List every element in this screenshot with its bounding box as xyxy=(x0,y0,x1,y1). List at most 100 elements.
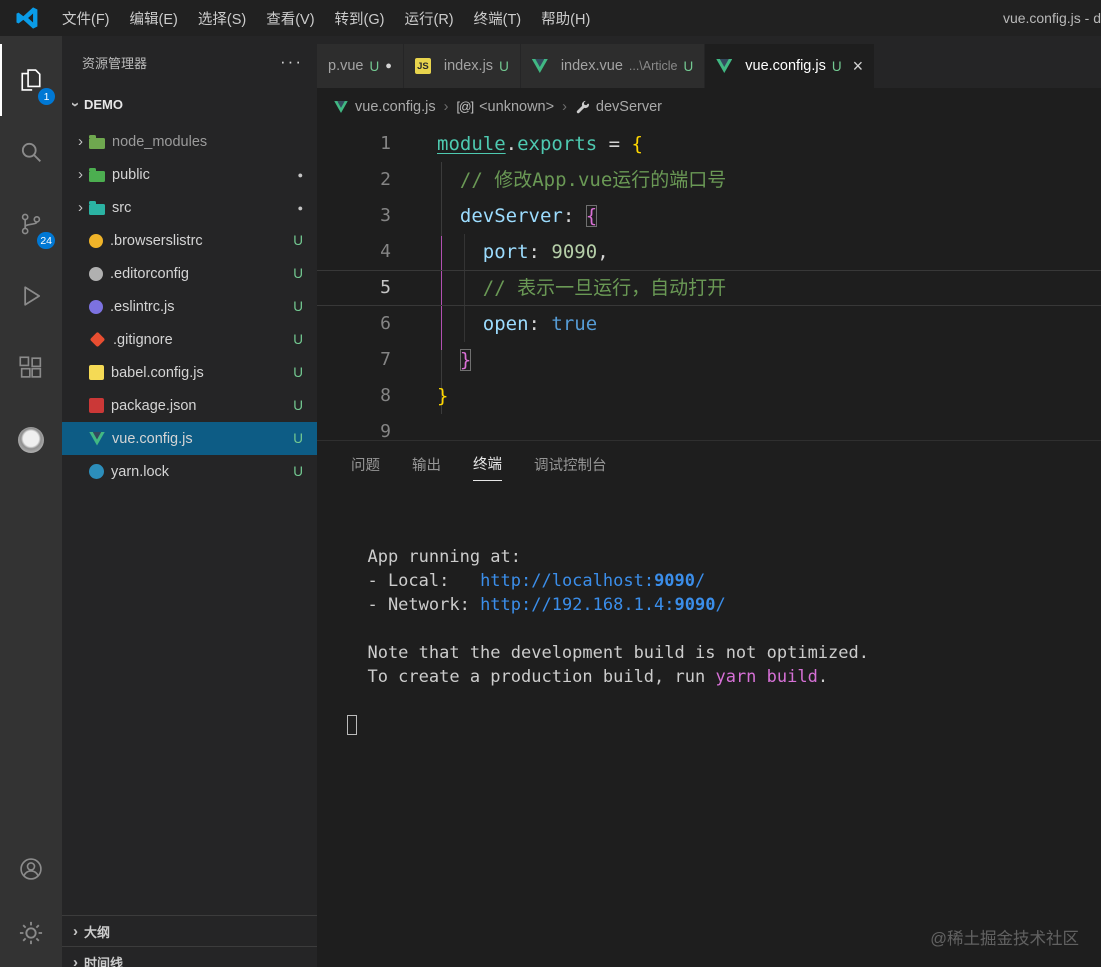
vue-icon xyxy=(89,431,105,446)
panel-tab-调试控制台[interactable]: 调试控制台 xyxy=(534,450,607,481)
tree-file-.browserslistrc[interactable]: .browserslistrc U xyxy=(62,224,317,257)
tab-index.js[interactable]: JS index.js U xyxy=(403,44,521,88)
code-line: 8} xyxy=(317,378,1101,414)
tab-description: ...\Article xyxy=(628,59,678,73)
terminal-text: Note that the development build is not o… xyxy=(347,643,869,663)
custom-extension-icon[interactable] xyxy=(0,404,62,476)
menu-item[interactable]: 编辑(E) xyxy=(120,0,188,36)
extensions-icon[interactable] xyxy=(0,332,62,404)
tree-item-label: package.json xyxy=(111,397,197,414)
code-token: 9090 xyxy=(551,241,598,263)
code-line: 5 // 表示一旦运行，自动打开 xyxy=(317,270,1101,306)
menu-item[interactable]: 运行(R) xyxy=(394,0,463,36)
terminal-link[interactable]: 9090 xyxy=(654,571,695,591)
panel-tab-问题[interactable]: 问题 xyxy=(351,450,380,481)
terminal-link[interactable]: http://192.168.1.4: xyxy=(480,595,674,615)
tab-index.vue[interactable]: index.vue ...\Article U xyxy=(520,44,706,88)
tree-file-babel.config.js[interactable]: babel.config.js U xyxy=(62,356,317,389)
code-text: module.exports = { xyxy=(437,126,643,162)
section-label: DEMO xyxy=(84,96,123,112)
scm-badge: 24 xyxy=(37,232,55,249)
menu-item[interactable]: 终端(T) xyxy=(464,0,532,36)
run-debug-icon[interactable] xyxy=(0,260,62,332)
breadcrumb-label: vue.config.js xyxy=(355,99,436,115)
code-token: devServer xyxy=(459,205,563,227)
settings-gear-icon[interactable] xyxy=(0,901,62,965)
more-actions-icon[interactable]: ··· xyxy=(280,52,303,72)
breadcrumb-item[interactable]: [@] <unknown> xyxy=(456,99,554,115)
section-timeline[interactable]: › 时间线 xyxy=(62,946,317,967)
vscode-window: 文件(F) 编辑(E) 选择(S) 查看(V) 转到(G) 运行(R) 终端(T) 帮助(H)… xyxy=(0,0,1101,967)
tree-folder-public[interactable]: › public ● xyxy=(62,158,317,191)
yarn-icon xyxy=(89,464,104,479)
menu-item[interactable]: 文件(F) xyxy=(52,0,120,36)
close-icon[interactable]: × xyxy=(853,57,864,75)
menu-item[interactable]: 查看(V) xyxy=(256,0,324,36)
tab-vue.config.js[interactable]: vue.config.js U × xyxy=(705,44,876,88)
section-demo[interactable]: › DEMO xyxy=(62,88,317,120)
terminal-line: App running at: xyxy=(347,545,1101,569)
terminal-link[interactable]: / xyxy=(695,571,705,591)
code-token: open xyxy=(482,313,529,335)
chevron-right-icon: › xyxy=(73,953,78,967)
git-status-badge: U xyxy=(293,299,303,314)
chevron-right-icon: › xyxy=(78,133,83,150)
js-icon: JS xyxy=(414,58,431,74)
chevron-down-icon: › xyxy=(67,101,84,107)
line-number: 5 xyxy=(380,277,391,298)
vscode-logo-icon xyxy=(14,5,40,31)
code-text: devServer: { xyxy=(437,198,598,234)
titlebar: 文件(F) 编辑(E) 选择(S) 查看(V) 转到(G) 运行(R) 终端(T) 帮助(H)… xyxy=(0,0,1101,36)
line-number: 2 xyxy=(380,169,391,190)
terminal-text: - Network: xyxy=(347,595,481,615)
code-token: { xyxy=(585,205,598,227)
watermark: @稀土掘金技术社区 xyxy=(930,930,1079,948)
terminal-link[interactable]: / xyxy=(715,595,725,615)
tree-file-yarn.lock[interactable]: yarn.lock U xyxy=(62,455,317,488)
tree-file-.gitignore[interactable]: .gitignore U xyxy=(62,323,317,356)
line-number: 4 xyxy=(380,241,391,262)
breadcrumb-item[interactable]: vue.config.js xyxy=(333,99,436,115)
tree-item-label: src xyxy=(112,199,132,216)
tab-p.vue[interactable]: p.vue U ● xyxy=(317,44,404,88)
editorconfig-icon xyxy=(89,266,103,281)
source-control-icon[interactable]: 24 xyxy=(0,188,62,260)
code-token: : xyxy=(528,313,552,335)
menu-item[interactable]: 选择(S) xyxy=(188,0,256,36)
panel-tab-终端[interactable]: 终端 xyxy=(473,449,502,481)
tree-folder-node_modules[interactable]: › node_modules xyxy=(62,125,317,158)
code-line: 4 port: 9090, xyxy=(317,234,1101,270)
tree-folder-src[interactable]: › src ● xyxy=(62,191,317,224)
search-icon[interactable] xyxy=(0,116,62,188)
code-token: . xyxy=(505,133,518,155)
tree-file-vue.config.js[interactable]: vue.config.js U xyxy=(62,422,317,455)
round-extension-glyph xyxy=(18,427,44,453)
tree-file-package.json[interactable]: package.json U xyxy=(62,389,317,422)
menu-item[interactable]: 帮助(H) xyxy=(531,0,600,36)
tree-file-.editorconfig[interactable]: .editorconfig U xyxy=(62,257,317,290)
explorer-icon[interactable]: 1 xyxy=(0,44,62,116)
explorer-badge: 1 xyxy=(38,88,55,105)
code-editor[interactable]: 1 module.exports = {2 // 修改App.vue运行的端口号 3… xyxy=(317,126,1101,440)
terminal-line: - Network: http://192.168.1.4:9090/ xyxy=(347,593,1101,617)
account-icon[interactable] xyxy=(0,837,62,901)
git-status-badge: U xyxy=(293,464,303,479)
terminal-text: . xyxy=(817,667,829,687)
terminal[interactable]: App running at: - Local: http://localhos… xyxy=(317,489,1101,967)
section-outline[interactable]: › 大纲 xyxy=(62,915,317,946)
git-status-badge: U xyxy=(293,332,303,347)
dirty-dot-icon[interactable]: ● xyxy=(385,60,392,72)
menu-item[interactable]: 转到(G) xyxy=(325,0,395,36)
terminal-link[interactable]: http://localhost: xyxy=(480,571,654,591)
tree-file-.eslintrc.js[interactable]: .eslintrc.js U xyxy=(62,290,317,323)
vue-icon xyxy=(531,59,548,73)
terminal-line: - Local: http://localhost:9090/ xyxy=(347,569,1101,593)
breadcrumb-item[interactable]: devServer xyxy=(575,99,662,115)
panel-tab-输出[interactable]: 输出 xyxy=(412,450,441,481)
npm-folder-icon xyxy=(89,134,105,149)
terminal-cursor-line xyxy=(347,713,1101,737)
tree-item-label: vue.config.js xyxy=(112,430,193,447)
terminal-link[interactable]: 9090 xyxy=(675,595,716,615)
